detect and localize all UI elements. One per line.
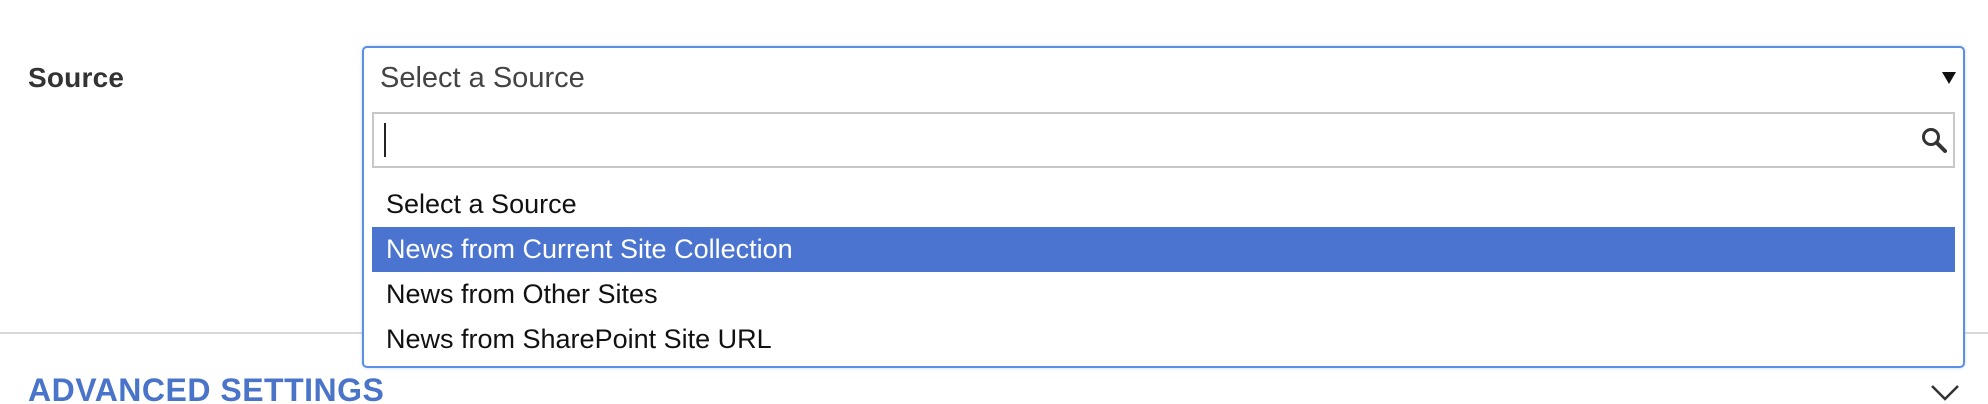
web-part-settings-page: Source ADVANCED SETTINGS Select a Source… xyxy=(0,0,1988,404)
source-search-input[interactable] xyxy=(374,114,1874,166)
option-select-a-source[interactable]: Select a Source xyxy=(372,182,1955,227)
source-options-list: Select a Source News from Current Site C… xyxy=(372,182,1955,362)
option-news-other-sites[interactable]: News from Other Sites xyxy=(372,272,1955,317)
option-news-sharepoint-site-url[interactable]: News from SharePoint Site URL xyxy=(372,317,1955,362)
source-label: Source xyxy=(28,62,125,93)
text-caret xyxy=(384,123,386,157)
source-search-box[interactable] xyxy=(372,112,1955,168)
chevron-down-icon[interactable] xyxy=(1929,380,1961,404)
triangle-down-icon[interactable] xyxy=(1942,72,1956,84)
search-icon xyxy=(1922,128,1947,153)
source-select-value[interactable]: Select a Source xyxy=(380,62,585,95)
source-select[interactable]: Select a Source Select a Source News fro… xyxy=(362,46,1965,368)
advanced-settings-toggle[interactable]: ADVANCED SETTINGS xyxy=(28,372,384,404)
option-news-current-site-collection[interactable]: News from Current Site Collection xyxy=(372,227,1955,272)
